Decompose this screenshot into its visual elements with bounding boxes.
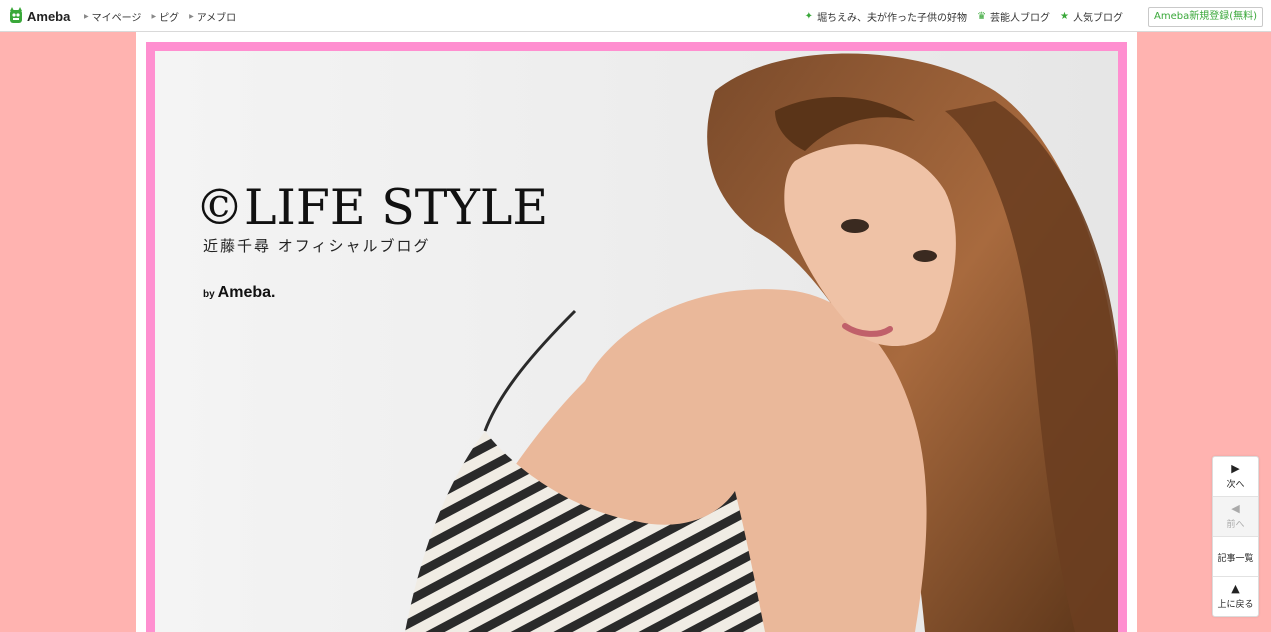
ameba-logo[interactable]: Ameba — [8, 6, 70, 26]
blog-subtitle: 近藤千尋 オフィシャルブログ — [203, 237, 431, 255]
global-nav: ▶ マイページ ▶ ピグ ▶ アメブロ — [84, 0, 236, 32]
article-list-label: 記事一覧 — [1217, 554, 1254, 564]
by-ameba-logo: by Ameba. — [203, 284, 275, 302]
link-news-label: 堀ちえみ、夫が作った子供の好物 — [817, 12, 968, 24]
link-news[interactable]: ✦ 堀ちえみ、夫が作った子供の好物 — [805, 9, 967, 24]
play-left-icon: ◀ — [1231, 502, 1240, 515]
nav-item-label: マイページ — [91, 12, 142, 24]
link-popular-label: 人気ブログ — [1073, 12, 1123, 24]
blog-column: ©LIFE STYLE 近藤千尋 オフィシャルブログ by Ameba. — [136, 32, 1137, 632]
prev-button[interactable]: ◀ 前へ — [1213, 497, 1258, 537]
triangle-up-icon: ▲ — [1231, 582, 1240, 595]
link-celebrity-label: 芸能人ブログ — [990, 12, 1051, 24]
nav-item-label: アメブロ — [196, 12, 237, 24]
blog-header-frame: ©LIFE STYLE 近藤千尋 オフィシャルブログ by Ameba. — [146, 42, 1127, 632]
crown-icon: ♛ — [977, 10, 987, 22]
article-list-button[interactable]: 記事一覧 — [1213, 537, 1258, 577]
ameba-mascot-icon — [10, 7, 22, 23]
back-to-top-button[interactable]: ▲ 上に戻る — [1213, 577, 1258, 616]
nav-item-ameblo[interactable]: ▶ アメブロ — [189, 9, 236, 24]
header-photo — [155, 51, 1118, 632]
sparkle-icon: ✦ — [804, 10, 814, 22]
triangle-right-icon: ▶ — [189, 12, 194, 20]
nav-item-mypage[interactable]: ▶ マイページ — [84, 9, 141, 24]
next-button[interactable]: ▶ 次へ — [1213, 457, 1258, 497]
triangle-right-icon: ▶ — [151, 12, 157, 20]
blog-header-image[interactable]: ©LIFE STYLE 近藤千尋 オフィシャルブログ by Ameba. — [155, 51, 1118, 632]
ameba-brand-label: Ameba. — [217, 284, 276, 301]
next-label: 次へ — [1226, 480, 1245, 490]
nav-item-pigg[interactable]: ▶ ピグ — [151, 9, 179, 24]
prev-label: 前へ — [1226, 520, 1245, 530]
play-right-icon: ▶ — [1231, 462, 1240, 475]
triangle-right-icon: ▶ — [84, 12, 89, 20]
link-popular-blogs[interactable]: ★ 人気ブログ — [1060, 9, 1123, 24]
nav-item-label: ピグ — [159, 12, 180, 24]
back-to-top-label: 上に戻る — [1217, 600, 1254, 610]
ameba-logo-text: Ameba — [27, 8, 71, 24]
blog-title: ©LIFE STYLE — [195, 179, 549, 236]
global-header: Ameba ▶ マイページ ▶ ピグ ▶ アメブロ ✦ 堀ちえみ、夫が作った子供… — [0, 0, 1271, 32]
link-celebrity-blogs[interactable]: ♛ 芸能人ブログ — [977, 9, 1050, 24]
by-label: by — [203, 289, 215, 300]
star-icon: ★ — [1060, 10, 1069, 22]
header-links: ✦ 堀ちえみ、夫が作った子供の好物 ♛ 芸能人ブログ ★ 人気ブログ — [805, 0, 1123, 32]
register-button[interactable]: Ameba新規登録(無料) — [1147, 7, 1263, 27]
article-pager: ▶ 次へ ◀ 前へ 記事一覧 ▲ 上に戻る — [1212, 456, 1259, 617]
